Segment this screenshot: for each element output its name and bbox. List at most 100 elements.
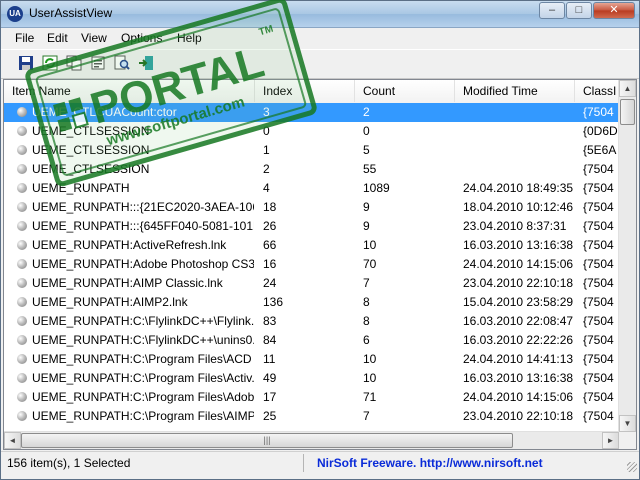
close-button[interactable]: ✕ [593, 2, 635, 19]
cell-classid: {7504 [583, 238, 614, 252]
cell-count: 0 [363, 124, 370, 138]
cell-count: 70 [363, 257, 377, 271]
cell-item-name: UEME_RUNPATH:::{21EC2020-3AEA-1069... [32, 200, 254, 214]
resize-grip-icon[interactable] [627, 462, 637, 472]
menu-view[interactable]: View [81, 31, 107, 45]
cell-count: 55 [363, 162, 377, 176]
scroll-down-button[interactable]: ▼ [619, 415, 636, 432]
cell-classid: {7504 [583, 314, 614, 328]
cell-index: 1 [263, 143, 270, 157]
cell-item-name: UEME_RUNPATH:C:\FlylinkDC++\Flylink... [32, 314, 254, 328]
menu-file[interactable]: File [15, 31, 34, 45]
row-status-icon [17, 202, 27, 212]
status-item-count: 156 item(s), 1 Selected [7, 456, 131, 470]
row-status-icon [17, 373, 27, 383]
cell-modified-time: 16.03.2010 13:16:38 [463, 238, 573, 252]
table-row[interactable]: UEME_RUNPATH:C:\Program Files\ACD ... 11 1… [4, 350, 619, 369]
cell-index: 17 [263, 390, 277, 404]
cell-index: 11 [263, 352, 276, 366]
column-header-modified-time[interactable]: Modified Time [455, 80, 575, 102]
cell-modified-time: 24.04.2010 14:15:06 [463, 390, 573, 404]
table-row[interactable]: UEME_RUNPATH:::{645FF040-5081-101B-... 26… [4, 217, 619, 236]
cell-count: 8 [363, 314, 370, 328]
cell-count: 5 [363, 143, 370, 157]
row-status-icon [17, 259, 27, 269]
cell-classid: {7504 [583, 162, 614, 176]
cell-count: 2 [363, 105, 370, 119]
cell-index: 16 [263, 257, 277, 271]
minimize-button[interactable]: – [539, 2, 565, 19]
table-row[interactable]: UEME_RUNPATH:C:\FlylinkDC++\Flylink... 83… [4, 312, 619, 331]
cell-modified-time: 23.04.2010 8:37:31 [463, 219, 567, 233]
cell-item-name: UEME_RUNPATH:::{645FF040-5081-101B-... [32, 219, 254, 233]
cell-modified-time: 18.04.2010 10:12:46 [463, 200, 573, 214]
cell-classid: {7504 [583, 105, 614, 119]
vertical-scroll-thumb[interactable] [620, 99, 635, 125]
row-status-icon [17, 164, 27, 174]
app-icon[interactable]: UA [7, 6, 23, 22]
cell-classid: {0D6D [583, 124, 618, 138]
cell-count: 9 [363, 200, 370, 214]
cell-index: 49 [263, 371, 277, 385]
cell-modified-time: 16.03.2010 13:16:38 [463, 371, 573, 385]
cell-classid: {7504 [583, 200, 614, 214]
cell-item-name: UEME_RUNPATH:C:\Program Files\Adob... [32, 390, 254, 404]
cell-modified-time: 16.03.2010 22:22:26 [463, 333, 573, 347]
cell-count: 9 [363, 219, 370, 233]
cell-item-name: UEME_RUNPATH:C:\FlylinkDC++\unins0... [32, 333, 254, 347]
table-row[interactable]: UEME_RUNPATH:AIMP2.lnk 136 8 15.04.2010 23:… [4, 293, 619, 312]
table-row[interactable]: UEME_RUNPATH:C:\Program Files\Adob... 17 7… [4, 388, 619, 407]
scroll-left-button[interactable]: ◄ [4, 432, 21, 449]
menu-edit[interactable]: Edit [47, 31, 68, 45]
scroll-up-button[interactable]: ▲ [619, 80, 636, 97]
row-status-icon [17, 126, 27, 136]
cell-modified-time: 24.04.2010 14:41:13 [463, 352, 573, 366]
cell-index: 136 [263, 295, 284, 309]
scroll-right-button[interactable]: ► [602, 432, 619, 449]
cell-classid: {7504 [583, 276, 614, 290]
cell-modified-time: 24.04.2010 14:15:06 [463, 257, 573, 271]
table-row[interactable]: UEME_RUNPATH 4 1089 24.04.2010 18:49:35 {750… [4, 179, 619, 198]
cell-item-name: UEME_RUNPATH:C:\Program Files\AIMP... [32, 409, 254, 423]
row-status-icon [17, 411, 27, 421]
cell-classid: {7504 [583, 295, 614, 309]
table-row[interactable]: UEME_RUNPATH:AIMP Classic.lnk 24 7 23.04.20… [4, 274, 619, 293]
horizontal-scrollbar[interactable]: ◄ ||| ► [4, 431, 619, 449]
table-row[interactable]: UEME_RUNPATH:Adobe Photoshop CS3... 16 70 2… [4, 255, 619, 274]
cell-count: 71 [363, 390, 377, 404]
row-status-icon [17, 354, 27, 364]
status-bar: 156 item(s), 1 Selected NirSoft Freeware… [1, 451, 639, 474]
maximize-button[interactable]: □ [566, 2, 592, 19]
cell-count: 8 [363, 295, 370, 309]
cell-count: 6 [363, 333, 370, 347]
window-title: UserAssistView [29, 6, 113, 20]
table-row[interactable]: UEME_RUNPATH:::{21EC2020-3AEA-1069... 18 9… [4, 198, 619, 217]
cell-count: 10 [363, 352, 377, 366]
cell-index: 66 [263, 238, 277, 252]
cell-classid: {7504 [583, 352, 614, 366]
table-row[interactable]: UEME_RUNPATH:ActiveRefresh.lnk 66 10 16.03.… [4, 236, 619, 255]
cell-index: 4 [263, 181, 270, 195]
row-status-icon [17, 221, 27, 231]
cell-modified-time [463, 160, 573, 179]
row-status-icon [17, 278, 27, 288]
cell-item-name: UEME_RUNPATH:C:\Program Files\ACD ... [32, 352, 254, 366]
cell-index: 25 [263, 409, 277, 423]
cell-index: 26 [263, 219, 277, 233]
cell-classid: {7504 [583, 371, 614, 385]
cell-classid: {7504 [583, 409, 614, 423]
column-header-count[interactable]: Count [355, 80, 455, 102]
table-row[interactable]: UEME_RUNPATH:C:\FlylinkDC++\unins0... 84 6… [4, 331, 619, 350]
cell-item-name: UEME_RUNPATH:AIMP2.lnk [32, 295, 188, 309]
table-row[interactable]: UEME_RUNPATH:C:\Program Files\Activ... 49… [4, 369, 619, 388]
row-status-icon [17, 107, 27, 117]
cell-modified-time [463, 103, 573, 122]
cell-classid: {7504 [583, 257, 614, 271]
horizontal-scroll-thumb[interactable]: ||| [21, 433, 513, 448]
title-bar[interactable]: UA UserAssistView – □ ✕ [1, 1, 639, 28]
table-row[interactable]: UEME_RUNPATH:C:\Program Files\AIMP... 25 7… [4, 407, 619, 426]
nirsoft-link[interactable]: NirSoft Freeware. http://www.nirsoft.net [317, 456, 543, 470]
vertical-scrollbar[interactable]: ▲ ▼ [618, 80, 636, 432]
cell-item-name: UEME_RUNPATH:AIMP Classic.lnk [32, 276, 223, 290]
cell-modified-time [463, 141, 573, 160]
